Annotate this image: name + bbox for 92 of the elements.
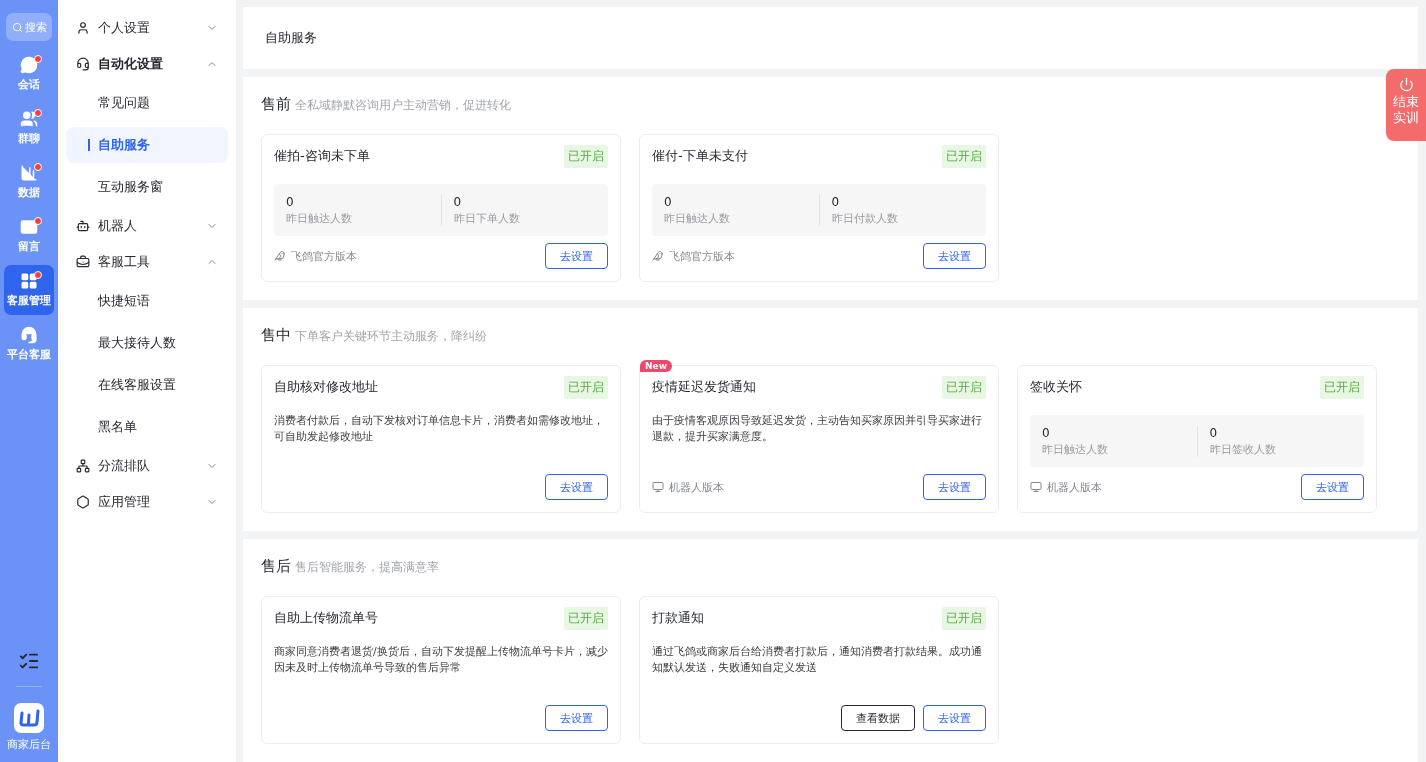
power-icon [1398, 77, 1414, 92]
unread-dot [34, 217, 42, 225]
view-data-button[interactable]: 查看数据 [841, 705, 915, 731]
end-training-button[interactable]: 结束实训 [1386, 69, 1426, 141]
stat-value: 0 [1042, 425, 1051, 440]
user-icon [76, 21, 90, 35]
card-title: 疫情延迟发货通知 [652, 378, 756, 396]
status-tag: 已开启 [564, 145, 608, 168]
section-subtitle: 售后智能服务，提高满意率 [295, 559, 439, 576]
card-description: 商家同意消费者退货/换货后，自动下发提醒上传物流单号卡片，减少因未及时上传物流单号导致的售后异常 [274, 644, 608, 676]
stat-value: 0 [664, 194, 673, 209]
stat-value: 0 [453, 194, 463, 209]
bird-icon [652, 250, 664, 262]
unread-dot [34, 109, 42, 117]
settings-button[interactable]: 去设置 [923, 705, 986, 731]
rail-item[interactable]: 留言 [4, 211, 54, 261]
app-logo-icon [14, 703, 44, 733]
card-description: 由于疫情客观原因导致延迟发货，主动告知买家原因并引导买家进行退款，提升买家满意度。 [652, 413, 983, 445]
stat-value: 0 [286, 194, 295, 209]
chat-icon [20, 56, 38, 74]
version-label: 飞鸽官方版本 [669, 248, 735, 264]
stat-value: 0 [1209, 425, 1219, 440]
status-tag: 已开启 [564, 376, 608, 399]
rail-item[interactable]: 客服管理 [4, 265, 54, 315]
card-title: 打款通知 [652, 609, 704, 627]
app-button[interactable]: 商家后台 [7, 703, 51, 762]
rail-item[interactable]: 平台客服 [4, 319, 54, 369]
status-tag: 已开启 [942, 145, 986, 168]
settings-button[interactable]: 去设置 [923, 474, 986, 500]
rail-item[interactable]: 数据 [4, 157, 54, 207]
stat-label: 昨日触达人数 [1042, 441, 1109, 457]
menu-group[interactable]: 个人设置 [66, 10, 228, 46]
settings-button[interactable]: 去设置 [923, 243, 986, 269]
menu-item[interactable]: 在线客服设置 [66, 367, 228, 403]
stat-label: 昨日付款人数 [831, 210, 899, 226]
menu-group[interactable]: 应用管理 [66, 484, 228, 520]
status-tag: 已开启 [942, 607, 986, 630]
status-tag: 已开启 [1320, 376, 1364, 399]
menu-item[interactable]: 常见问题 [66, 85, 228, 121]
stat-label: 昨日下单人数 [453, 210, 521, 226]
rail-item[interactable]: 群聊 [4, 103, 54, 153]
settings-button[interactable]: 去设置 [545, 243, 608, 269]
settings-button[interactable]: 去设置 [1301, 474, 1364, 500]
card-description: 通过飞鸽或商家后台给消费者打款后，通知消费者打款结果。成功通知默认发送，失败通知自定义发送 [652, 644, 983, 676]
version-label: 机器人版本 [669, 479, 724, 495]
stat-label: 昨日签收人数 [1209, 441, 1277, 457]
menu-item[interactable]: 互动服务窗 [66, 169, 228, 205]
menu-group[interactable]: 机器人 [66, 208, 228, 244]
search-icon [11, 21, 23, 33]
section-title: 售前 [261, 95, 291, 114]
section-subtitle: 全私域静默咨询用户主动营销，促进转化 [295, 97, 511, 114]
rail-item[interactable]: 会话 [4, 49, 54, 99]
section-title: 售中 [261, 326, 291, 345]
robot-icon [76, 219, 90, 233]
mail-icon [20, 218, 38, 236]
stat-label: 昨日触达人数 [664, 210, 731, 226]
settings-button[interactable]: 去设置 [545, 474, 608, 500]
briefcase-icon [76, 255, 90, 269]
card-title: 自助上传物流单号 [274, 609, 378, 627]
unread-dot [34, 55, 42, 63]
menu-item[interactable]: 最大接待人数 [66, 325, 228, 361]
page-title: 自助服务 [265, 29, 317, 47]
card-title: 自助核对修改地址 [274, 378, 378, 396]
card-title: 催拍-咨询未下单 [274, 147, 370, 165]
menu-group[interactable]: 客服工具 [66, 244, 228, 280]
network-icon [76, 459, 90, 473]
stat-label: 昨日触达人数 [286, 210, 353, 226]
stat-value: 0 [831, 194, 841, 209]
card-title: 催付-下单未支付 [652, 147, 748, 165]
menu-item[interactable]: 快捷短语 [66, 283, 228, 319]
new-badge: New [640, 360, 672, 372]
card-title: 签收关怀 [1030, 378, 1082, 396]
section-subtitle: 下单客户关键环节主动服务，降纠纷 [295, 328, 487, 345]
robot-icon [652, 481, 664, 493]
section-title: 售后 [261, 557, 291, 576]
card-description: 消费者付款后，自动下发核对订单信息卡片，消费者如需修改地址，可自助发起修改地址 [274, 413, 605, 445]
menu-item[interactable]: 自助服务 [66, 127, 228, 163]
settings-button[interactable]: 去设置 [545, 705, 608, 731]
robot-icon [1030, 481, 1042, 493]
menu-group[interactable]: 自动化设置 [66, 46, 228, 82]
status-tag: 已开启 [564, 607, 608, 630]
bird-icon [274, 250, 286, 262]
menu-item[interactable]: 黑名单 [66, 409, 228, 445]
version-label: 飞鸽官方版本 [291, 248, 357, 264]
hexagon-icon [76, 495, 90, 509]
status-tag: 已开启 [942, 376, 986, 399]
unread-dot [34, 271, 42, 279]
version-label: 机器人版本 [1047, 479, 1102, 495]
unread-dot [34, 163, 42, 171]
people-icon [20, 110, 38, 128]
menu-group[interactable]: 分流排队 [66, 448, 228, 484]
grid-icon [20, 272, 38, 290]
